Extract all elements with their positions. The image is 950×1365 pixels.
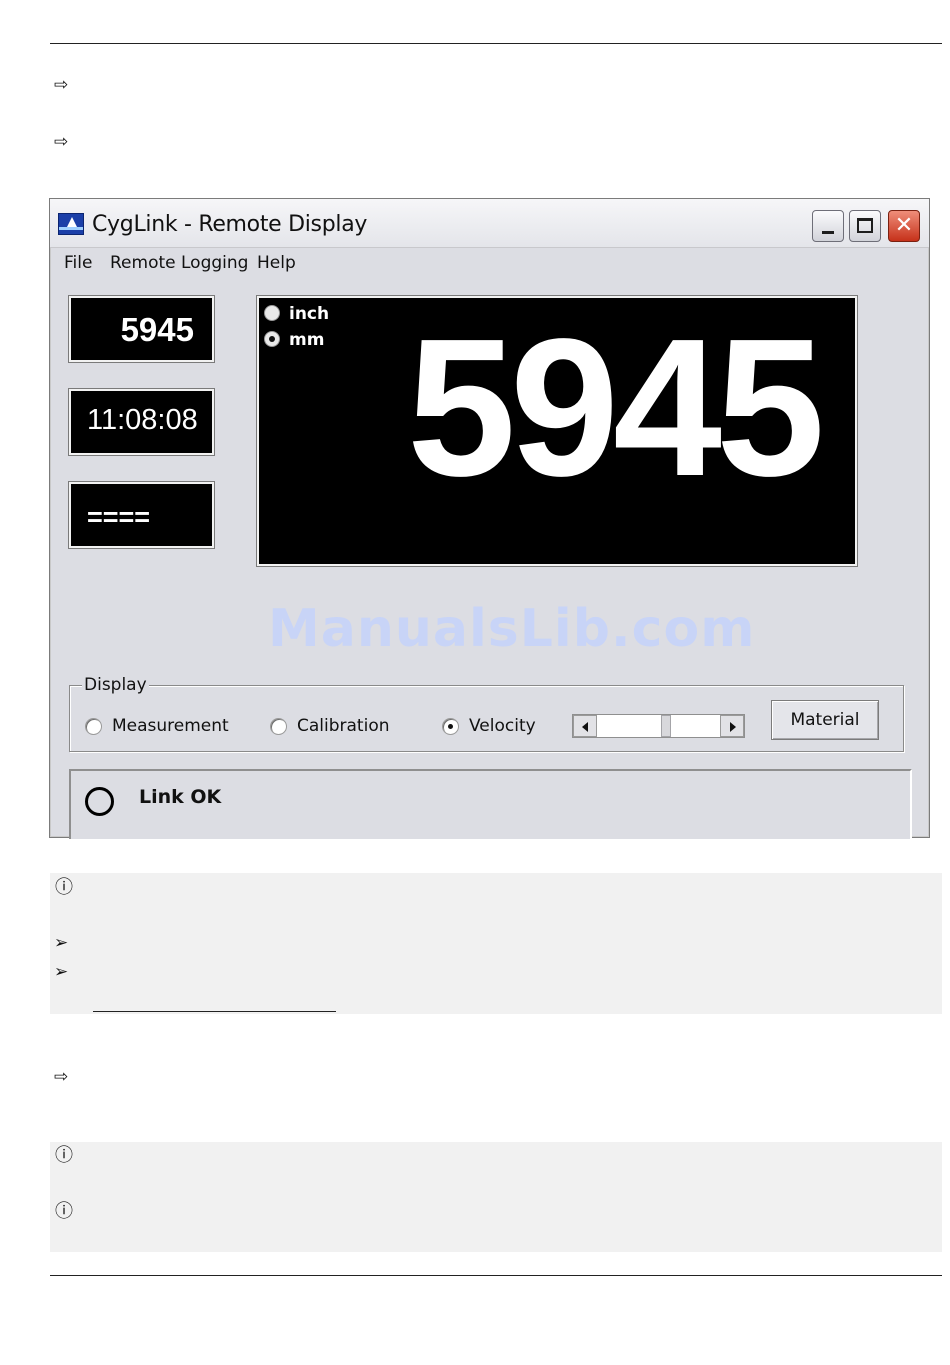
bullet-arrow-icon: ➢ — [54, 933, 69, 953]
maximize-button[interactable] — [849, 210, 881, 242]
unit-label: inch — [289, 304, 330, 324]
bottom-rule — [50, 1275, 942, 1276]
radio-indicator — [442, 718, 459, 735]
clock-display: 11:08:08 — [68, 388, 215, 456]
cyglink-window: CygLink - Remote Display ✕ File Remote L… — [49, 198, 930, 839]
maximize-icon — [857, 218, 873, 233]
info-icon: ⓘ — [55, 1201, 73, 1222]
info-box — [50, 873, 942, 1014]
horizontal-scrollbar[interactable] — [572, 714, 745, 738]
link-status-text: Link OK — [139, 786, 222, 808]
minimize-button[interactable] — [812, 210, 844, 242]
link-status-icon — [85, 787, 114, 816]
main-display: inch mm 5945 — [256, 295, 858, 567]
menu-help[interactable]: Help — [257, 253, 296, 273]
watermark: ManualsLib.com — [268, 599, 756, 659]
scroll-left-icon[interactable] — [573, 715, 597, 737]
arrow-icon: ⇨ — [54, 75, 69, 95]
arrow-icon: ⇨ — [54, 132, 69, 152]
menu-file[interactable]: File — [64, 253, 92, 273]
top-rule — [50, 43, 942, 44]
menu-remote-logging[interactable]: Remote Logging — [110, 253, 248, 273]
scroll-right-icon[interactable] — [720, 715, 744, 737]
window-title: CygLink - Remote Display — [92, 212, 368, 237]
info-icon: ⓘ — [55, 1145, 73, 1166]
arrow-icon: ⇨ — [54, 1067, 69, 1087]
minimize-icon — [822, 231, 834, 234]
display-group-legend: Display — [82, 675, 149, 695]
app-logo-icon — [58, 213, 84, 235]
measurement-display: 5945 — [68, 295, 215, 363]
radio-label: Velocity — [469, 716, 536, 736]
radio-indicator — [85, 718, 102, 735]
bullet-arrow-icon: ➢ — [54, 962, 69, 982]
close-button[interactable]: ✕ — [888, 210, 920, 242]
radio-label: Calibration — [297, 716, 390, 736]
info-icon: ⓘ — [55, 877, 73, 898]
main-value: 5945 — [406, 298, 825, 517]
underline-rule — [93, 1011, 336, 1012]
title-bar[interactable]: CygLink - Remote Display ✕ — [50, 199, 929, 248]
menu-bar: File Remote Logging Help — [50, 248, 929, 278]
unit-label: mm — [289, 330, 325, 350]
radio-label: Measurement — [112, 716, 229, 736]
radio-indicator — [264, 331, 280, 347]
close-icon: ✕ — [894, 213, 914, 238]
clock-value: 11:08:08 — [87, 404, 198, 436]
status-bar: Link OK — [69, 769, 912, 839]
info-box — [50, 1142, 942, 1252]
radio-indicator — [264, 305, 280, 321]
display-group: Display Measurement Calibration Velocity… — [69, 675, 904, 752]
status-value: ==== — [87, 502, 151, 532]
radio-indicator — [270, 718, 287, 735]
measurement-value: 5945 — [120, 311, 194, 348]
material-button[interactable]: Material — [771, 700, 879, 740]
scroll-thumb[interactable] — [661, 715, 671, 737]
status-display: ==== — [68, 481, 215, 549]
